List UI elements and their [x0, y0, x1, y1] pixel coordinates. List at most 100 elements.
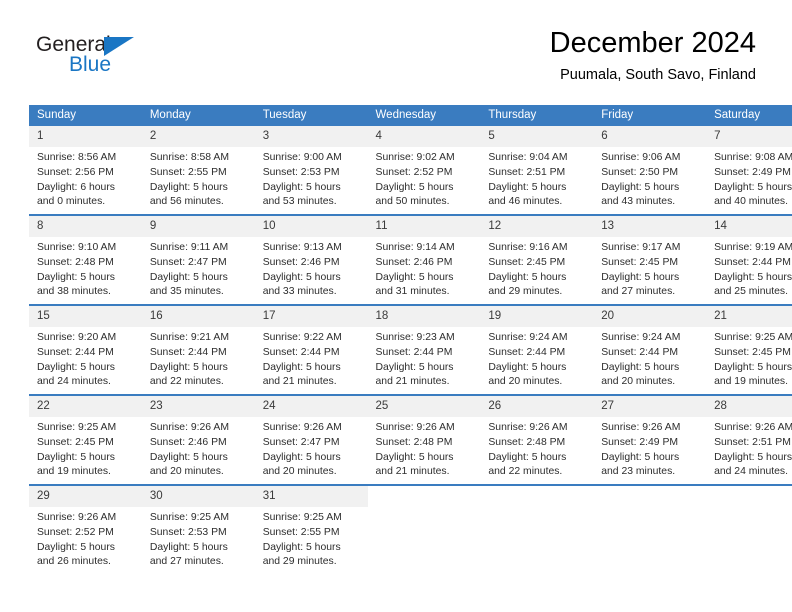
sunset-line: Sunset: 2:48 PM	[488, 436, 566, 448]
day-cell[interactable]: 14 Sunrise: 9:19 AM Sunset: 2:44 PM Dayligh…	[706, 216, 792, 304]
day-number: 3	[254, 126, 368, 147]
day-cell-empty	[480, 486, 594, 574]
day-number: 28	[706, 396, 792, 417]
sunset-line: Sunset: 2:49 PM	[601, 436, 679, 448]
sunset-line: Sunset: 2:45 PM	[488, 256, 566, 268]
daylight-line-cont: and 26 minutes.	[37, 556, 111, 568]
daylight-line-cont: and 19 minutes.	[37, 466, 111, 478]
daylight-line: Daylight: 5 hours	[149, 541, 228, 553]
day-number: 15	[29, 306, 142, 327]
sunrise-line: Sunrise: 9:26 AM	[375, 422, 455, 433]
day-cell[interactable]: 2 Sunrise: 8:58 AM Sunset: 2:55 PM Daylight…	[141, 126, 255, 214]
day-sun-info: Sunrise: 9:23 AM Sunset: 2:44 PM Daylight:…	[368, 327, 481, 390]
day-cell[interactable]: 28 Sunrise: 9:26 AM Sunset: 2:51 PM Dayligh…	[706, 396, 792, 484]
daylight-line: Daylight: 5 hours	[714, 181, 792, 193]
day-cell[interactable]: 8 Sunrise: 9:10 AM Sunset: 2:48 PM Daylight…	[29, 216, 142, 304]
daylight-line-cont: and 24 minutes.	[37, 376, 111, 388]
day-sun-info: Sunrise: 9:26 AM Sunset: 2:48 PM Daylight:…	[368, 417, 481, 480]
day-number: 16	[141, 306, 255, 327]
daylight-line: Daylight: 5 hours	[37, 541, 115, 553]
sunset-line: Sunset: 2:44 PM	[714, 256, 791, 268]
sunrise-line: Sunrise: 9:25 AM	[149, 512, 229, 523]
day-cell[interactable]: 18 Sunrise: 9:23 AM Sunset: 2:44 PM Dayligh…	[367, 306, 481, 394]
day-sun-info	[593, 507, 706, 511]
day-number: 17	[254, 306, 368, 327]
sunrise-line: Sunrise: 9:25 AM	[714, 332, 792, 343]
day-cell[interactable]: 16 Sunrise: 9:21 AM Sunset: 2:44 PM Dayligh…	[141, 306, 255, 394]
daylight-line: Daylight: 5 hours	[37, 361, 115, 373]
day-cell[interactable]: 22 Sunrise: 9:25 AM Sunset: 2:45 PM Dayligh…	[29, 396, 142, 484]
weekday-header-saturday: Saturday	[706, 105, 792, 126]
sunrise-line: Sunrise: 9:20 AM	[37, 332, 117, 343]
day-cell[interactable]: 5 Sunrise: 9:04 AM Sunset: 2:51 PM Daylight…	[480, 126, 594, 214]
sunset-line: Sunset: 2:53 PM	[262, 166, 340, 178]
sunset-line: Sunset: 2:51 PM	[714, 436, 791, 448]
day-cell[interactable]: 30 Sunrise: 9:25 AM Sunset: 2:53 PM Dayligh…	[141, 486, 255, 574]
daylight-line-cont: and 50 minutes.	[375, 196, 450, 208]
day-number: 6	[593, 126, 707, 147]
daylight-line: Daylight: 5 hours	[262, 181, 341, 193]
page-subtitle: Puumala, South Savo, Finland	[560, 66, 756, 83]
day-cell[interactable]: 23 Sunrise: 9:26 AM Sunset: 2:46 PM Dayligh…	[141, 396, 255, 484]
daylight-line-cont: and 22 minutes.	[149, 376, 224, 388]
daylight-line: Daylight: 5 hours	[714, 451, 792, 463]
day-sun-info: Sunrise: 9:19 AM Sunset: 2:44 PM Daylight:…	[706, 237, 792, 300]
daylight-line: Daylight: 5 hours	[601, 451, 680, 463]
sunset-line: Sunset: 2:48 PM	[375, 436, 453, 448]
day-number: 23	[141, 396, 255, 417]
daylight-line: Daylight: 5 hours	[262, 271, 341, 283]
day-cell[interactable]: 4 Sunrise: 9:02 AM Sunset: 2:52 PM Daylight…	[367, 126, 481, 214]
day-cell[interactable]: 11 Sunrise: 9:14 AM Sunset: 2:46 PM Dayligh…	[367, 216, 481, 304]
sunrise-line: Sunrise: 9:25 AM	[262, 512, 342, 523]
day-cell[interactable]: 7 Sunrise: 9:08 AM Sunset: 2:49 PM Daylight…	[706, 126, 792, 214]
day-number: 13	[593, 216, 707, 237]
daylight-line-cont: and 40 minutes.	[714, 196, 788, 208]
calendar-table: Sunday Monday Tuesday Wednesday Thursday Frid…	[29, 105, 792, 574]
daylight-line-cont: and 29 minutes.	[262, 556, 337, 568]
day-cell[interactable]: 19 Sunrise: 9:24 AM Sunset: 2:44 PM Dayligh…	[480, 306, 594, 394]
day-cell[interactable]: 10 Sunrise: 9:13 AM Sunset: 2:46 PM Dayligh…	[254, 216, 368, 304]
day-sun-info: Sunrise: 9:25 AM Sunset: 2:45 PM Daylight:…	[706, 327, 792, 390]
daylight-line: Daylight: 5 hours	[37, 451, 115, 463]
sunrise-line: Sunrise: 8:58 AM	[149, 152, 229, 163]
day-cell[interactable]: 25 Sunrise: 9:26 AM Sunset: 2:48 PM Dayligh…	[367, 396, 481, 484]
day-cell[interactable]: 13 Sunrise: 9:17 AM Sunset: 2:45 PM Dayligh…	[593, 216, 707, 304]
day-cell[interactable]: 21 Sunrise: 9:25 AM Sunset: 2:45 PM Dayligh…	[706, 306, 792, 394]
daylight-line: Daylight: 5 hours	[488, 271, 567, 283]
day-cell-empty	[593, 486, 707, 574]
day-cell[interactable]: 3 Sunrise: 9:00 AM Sunset: 2:53 PM Daylight…	[254, 126, 368, 214]
day-cell-empty	[367, 486, 481, 574]
day-cell[interactable]: 12 Sunrise: 9:16 AM Sunset: 2:45 PM Dayligh…	[480, 216, 594, 304]
sunrise-line: Sunrise: 9:21 AM	[149, 332, 229, 343]
day-sun-info: Sunrise: 9:16 AM Sunset: 2:45 PM Daylight:…	[480, 237, 593, 300]
day-sun-info: Sunrise: 9:26 AM Sunset: 2:46 PM Daylight:…	[142, 417, 255, 480]
daylight-line-cont: and 53 minutes.	[262, 196, 337, 208]
daylight-line-cont: and 21 minutes.	[375, 376, 450, 388]
daylight-line-cont: and 22 minutes.	[488, 466, 563, 478]
day-cell[interactable]: 26 Sunrise: 9:26 AM Sunset: 2:48 PM Dayligh…	[480, 396, 594, 484]
day-sun-info: Sunrise: 9:10 AM Sunset: 2:48 PM Daylight:…	[29, 237, 142, 300]
day-sun-info: Sunrise: 8:56 AM Sunset: 2:56 PM Daylight:…	[29, 147, 142, 210]
daylight-line-cont: and 27 minutes.	[601, 286, 676, 298]
sunset-line: Sunset: 2:49 PM	[714, 166, 791, 178]
day-cell[interactable]: 17 Sunrise: 9:22 AM Sunset: 2:44 PM Dayligh…	[254, 306, 368, 394]
sunset-line: Sunset: 2:45 PM	[37, 436, 114, 448]
day-cell[interactable]: 1 Sunrise: 8:56 AM Sunset: 2:56 PM Daylight…	[29, 126, 142, 214]
daylight-line: Daylight: 5 hours	[149, 451, 228, 463]
day-sun-info: Sunrise: 9:26 AM Sunset: 2:47 PM Daylight:…	[255, 417, 368, 480]
day-number	[480, 486, 594, 507]
day-cell[interactable]: 29 Sunrise: 9:26 AM Sunset: 2:52 PM Dayligh…	[29, 486, 142, 574]
day-cell[interactable]: 6 Sunrise: 9:06 AM Sunset: 2:50 PM Daylight…	[593, 126, 707, 214]
day-cell[interactable]: 24 Sunrise: 9:26 AM Sunset: 2:47 PM Dayligh…	[254, 396, 368, 484]
day-cell[interactable]: 31 Sunrise: 9:25 AM Sunset: 2:55 PM Dayligh…	[254, 486, 368, 574]
day-cell[interactable]: 9 Sunrise: 9:11 AM Sunset: 2:47 PM Daylight…	[141, 216, 255, 304]
day-sun-info: Sunrise: 9:00 AM Sunset: 2:53 PM Daylight:…	[255, 147, 368, 210]
calendar-grid: Sunday Monday Tuesday Wednesday Thursday Frid…	[29, 105, 792, 574]
day-cell[interactable]: 27 Sunrise: 9:26 AM Sunset: 2:49 PM Dayligh…	[593, 396, 707, 484]
day-number: 21	[706, 306, 792, 327]
day-cell-empty	[706, 486, 792, 574]
day-cell[interactable]: 20 Sunrise: 9:24 AM Sunset: 2:44 PM Dayligh…	[593, 306, 707, 394]
day-cell[interactable]: 15 Sunrise: 9:20 AM Sunset: 2:44 PM Dayligh…	[29, 306, 142, 394]
daylight-line-cont: and 20 minutes.	[149, 466, 224, 478]
daylight-line: Daylight: 5 hours	[601, 271, 680, 283]
